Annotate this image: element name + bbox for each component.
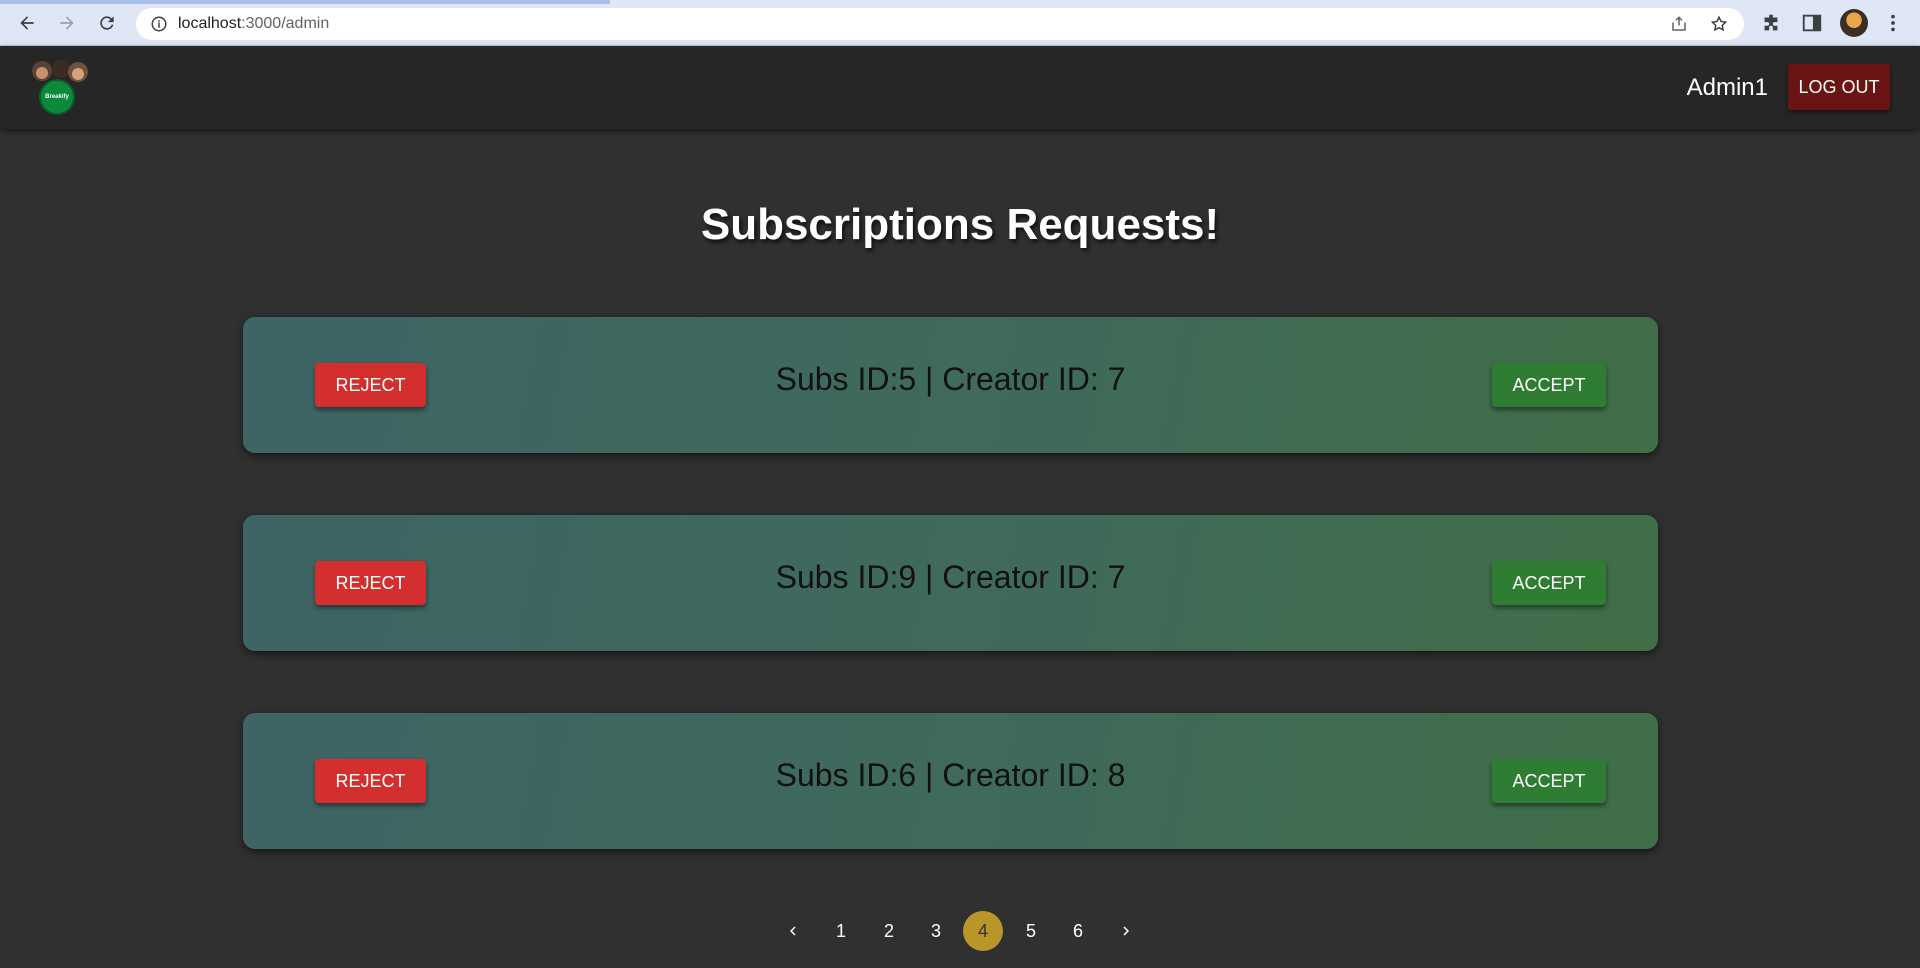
address-bar[interactable]: localhost:3000/admin xyxy=(136,8,1744,40)
back-icon[interactable] xyxy=(14,10,40,36)
request-card: REJECT Subs ID:5 | Creator ID: 7 ACCEPT xyxy=(243,317,1658,453)
next-page-chevron-right-icon[interactable] xyxy=(1106,911,1146,951)
previous-page-chevron-left-icon[interactable] xyxy=(773,911,813,951)
kebab-menu-icon[interactable] xyxy=(1882,12,1904,34)
logo-badge: Breakify xyxy=(39,79,75,115)
extensions-icon[interactable] xyxy=(1760,12,1782,34)
accept-button[interactable]: ACCEPT xyxy=(1492,561,1606,605)
share-icon[interactable] xyxy=(1670,15,1688,33)
pagination: 1 2 3 4 5 6 xyxy=(0,911,1920,951)
app-header: Breakify Admin1 LOG OUT xyxy=(0,47,1920,129)
page-title: Subscriptions Requests! xyxy=(700,200,1220,249)
page-5-button[interactable]: 5 xyxy=(1011,911,1051,951)
request-card: REJECT Subs ID:6 | Creator ID: 8 ACCEPT xyxy=(243,713,1658,849)
bookmark-star-icon[interactable] xyxy=(1710,15,1728,33)
accept-button[interactable]: ACCEPT xyxy=(1492,363,1606,407)
app-logo[interactable]: Breakify xyxy=(30,59,92,115)
reload-icon[interactable] xyxy=(94,10,120,36)
request-text: Subs ID:5 | Creator ID: 7 xyxy=(775,361,1126,397)
site-info-icon[interactable] xyxy=(150,15,168,33)
url-text: localhost:3000/admin xyxy=(178,15,330,32)
forward-icon[interactable] xyxy=(54,10,80,36)
page-3-button[interactable]: 3 xyxy=(916,911,956,951)
profile-avatar[interactable] xyxy=(1840,9,1868,37)
request-card: REJECT Subs ID:9 | Creator ID: 7 ACCEPT xyxy=(243,515,1658,651)
logout-button[interactable]: LOG OUT xyxy=(1788,64,1890,110)
page-4-button-current[interactable]: 4 xyxy=(963,911,1003,951)
request-text: Subs ID:6 | Creator ID: 8 xyxy=(775,757,1126,793)
accept-button[interactable]: ACCEPT xyxy=(1492,759,1606,803)
page-2-button[interactable]: 2 xyxy=(869,911,909,951)
admin-username: Admin1 xyxy=(1686,74,1768,101)
logo-text: Breakify xyxy=(45,94,69,100)
request-text: Subs ID:9 | Creator ID: 7 xyxy=(775,559,1126,595)
page-1-button[interactable]: 1 xyxy=(821,911,861,951)
side-panel-icon[interactable] xyxy=(1801,12,1823,34)
tab-strip-edge xyxy=(0,0,610,4)
browser-toolbar: localhost:3000/admin xyxy=(0,0,1920,46)
page-6-button[interactable]: 6 xyxy=(1058,911,1098,951)
